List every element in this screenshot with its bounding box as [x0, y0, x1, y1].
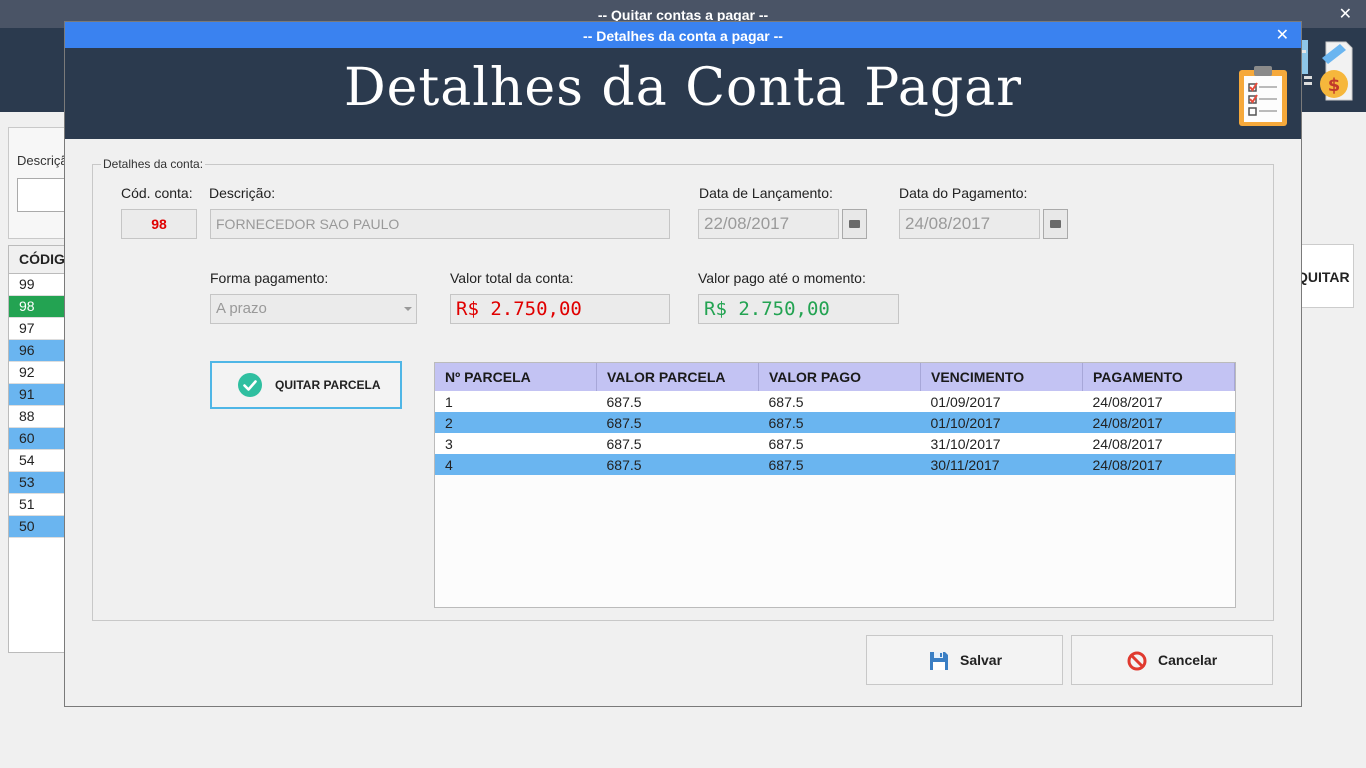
forma-pagamento-label: Forma pagamento:	[210, 270, 329, 286]
cell-parcela: 4	[435, 454, 597, 475]
cell-valor-pago: 687.5	[758, 433, 921, 454]
data-pagamento-field[interactable]: 24/08/2017	[899, 209, 1040, 239]
save-button[interactable]: Salvar	[866, 635, 1063, 685]
column-header-pagamento[interactable]: PAGAMENTO	[1082, 363, 1235, 391]
cell-valor-parcela: 687.5	[596, 412, 759, 433]
main-grid-row[interactable]: 99	[9, 274, 69, 296]
cell-pagamento: 24/08/2017	[1082, 391, 1235, 412]
table-row[interactable]: 3 687.5 687.5 31/10/2017 24/08/2017	[435, 433, 1235, 454]
cell-vencimento: 30/11/2017	[920, 454, 1083, 475]
groupbox-label: Detalhes da conta:	[101, 157, 206, 171]
column-header-valor-pago[interactable]: VALOR PAGO	[758, 363, 921, 391]
data-lancamento-field[interactable]: 22/08/2017	[698, 209, 839, 239]
cell-valor-pago: 687.5	[758, 412, 921, 433]
data-lancamento-label: Data de Lançamento:	[699, 185, 833, 201]
save-button-label: Salvar	[960, 652, 1003, 668]
cell-parcela: 3	[435, 433, 597, 454]
cell-valor-parcela: 687.5	[596, 391, 759, 412]
cell-pagamento: 24/08/2017	[1082, 433, 1235, 454]
dialog-window-title: -- Detalhes da conta a pagar --	[583, 28, 783, 44]
descricao-field[interactable]: FORNECEDOR SAO PAULO	[210, 209, 670, 239]
cancel-button[interactable]: Cancelar	[1071, 635, 1273, 685]
close-icon[interactable]: ✕	[1276, 22, 1289, 50]
column-header-parcela[interactable]: Nº PARCELA	[435, 363, 597, 391]
forma-pagamento-select[interactable]: A prazo	[210, 294, 417, 324]
main-grid-row[interactable]: 51	[9, 494, 69, 516]
table-row[interactable]: 2 687.5 687.5 01/10/2017 24/08/2017	[435, 412, 1235, 433]
clipboard-checklist-icon	[1239, 66, 1287, 126]
cell-vencimento: 01/10/2017	[920, 412, 1083, 433]
cell-parcela: 2	[435, 412, 597, 433]
money-document-icon: $	[1296, 40, 1353, 101]
dialog-titlebar: -- Detalhes da conta a pagar -- ✕	[65, 22, 1301, 48]
main-window-close-icon[interactable]: ✕	[1339, 0, 1352, 30]
valor-total-field: R$ 2.750,00	[450, 294, 670, 324]
cell-valor-pago: 687.5	[758, 391, 921, 412]
dialog-header: Detalhes da Conta Pagar	[65, 48, 1301, 139]
cell-pagamento: 24/08/2017	[1082, 454, 1235, 475]
main-search-panel: Descrição:	[8, 127, 79, 239]
data-pagamento-label: Data do Pagamento:	[899, 185, 1028, 201]
main-grid-row[interactable]: 96	[9, 340, 69, 362]
main-grid-row[interactable]: 92	[9, 362, 69, 384]
calendar-icon	[849, 220, 860, 228]
svg-text:$: $	[1328, 75, 1341, 96]
cell-valor-parcela: 687.5	[596, 433, 759, 454]
valor-total-label: Valor total da conta:	[450, 270, 574, 286]
main-grid-row[interactable]: 50	[9, 516, 69, 538]
cancel-icon	[1127, 651, 1147, 671]
cancel-button-label: Cancelar	[1158, 652, 1218, 668]
descricao-label: Descrição:	[209, 185, 276, 201]
forma-pagamento-value: A prazo	[216, 300, 267, 317]
quitar-parcela-label: QUITAR PARCELA	[275, 378, 381, 392]
main-grid-row[interactable]: 88	[9, 406, 69, 428]
cell-vencimento: 01/09/2017	[920, 391, 1083, 412]
main-grid-row-selected[interactable]: 98	[9, 296, 69, 318]
check-circle-icon	[238, 373, 262, 397]
main-grid-row[interactable]: 97	[9, 318, 69, 340]
details-dialog: -- Detalhes da conta a pagar -- ✕ Detalh…	[64, 21, 1302, 707]
table-row[interactable]: 4 687.5 687.5 30/11/2017 24/08/2017	[435, 454, 1235, 475]
table-row[interactable]: 1 687.5 687.5 01/09/2017 24/08/2017	[435, 391, 1235, 412]
main-grid-row[interactable]: 60	[9, 428, 69, 450]
cell-valor-pago: 687.5	[758, 454, 921, 475]
cell-vencimento: 31/10/2017	[920, 433, 1083, 454]
page-title: Detalhes da Conta Pagar	[343, 58, 1023, 118]
column-header-vencimento[interactable]: VENCIMENTO	[920, 363, 1083, 391]
cod-conta-label: Cód. conta:	[121, 185, 193, 201]
column-header-valor-parcela[interactable]: VALOR PARCELA	[596, 363, 759, 391]
floppy-disk-icon	[930, 652, 948, 670]
data-lancamento-calendar-button[interactable]	[842, 209, 867, 239]
valor-pago-field: R$ 2.750,00	[698, 294, 899, 324]
cell-valor-parcela: 687.5	[596, 454, 759, 475]
main-grid-row[interactable]: 53	[9, 472, 69, 494]
main-quitar-button-label: QUITAR	[1297, 269, 1350, 285]
main-grid-row[interactable]: 91	[9, 384, 69, 406]
cell-parcela: 1	[435, 391, 597, 412]
quitar-parcela-button[interactable]: QUITAR PARCELA	[210, 361, 402, 409]
main-quitar-button[interactable]: QUITAR	[1296, 244, 1354, 308]
main-grid-row[interactable]: 54	[9, 450, 69, 472]
cell-pagamento: 24/08/2017	[1082, 412, 1235, 433]
calendar-icon	[1050, 220, 1061, 228]
main-grid-header: CÓDIGO	[9, 246, 69, 274]
main-codes-grid: CÓDIGO 99 98 97 96 92 91 88 60 54 53 51 …	[8, 245, 70, 653]
installments-table: Nº PARCELA VALOR PARCELA VALOR PAGO VENC…	[434, 362, 1236, 608]
valor-pago-label: Valor pago até o momento:	[698, 270, 866, 286]
data-pagamento-calendar-button[interactable]	[1043, 209, 1068, 239]
cod-conta-field: 98	[121, 209, 197, 239]
dropdown-arrow-icon	[404, 307, 412, 311]
